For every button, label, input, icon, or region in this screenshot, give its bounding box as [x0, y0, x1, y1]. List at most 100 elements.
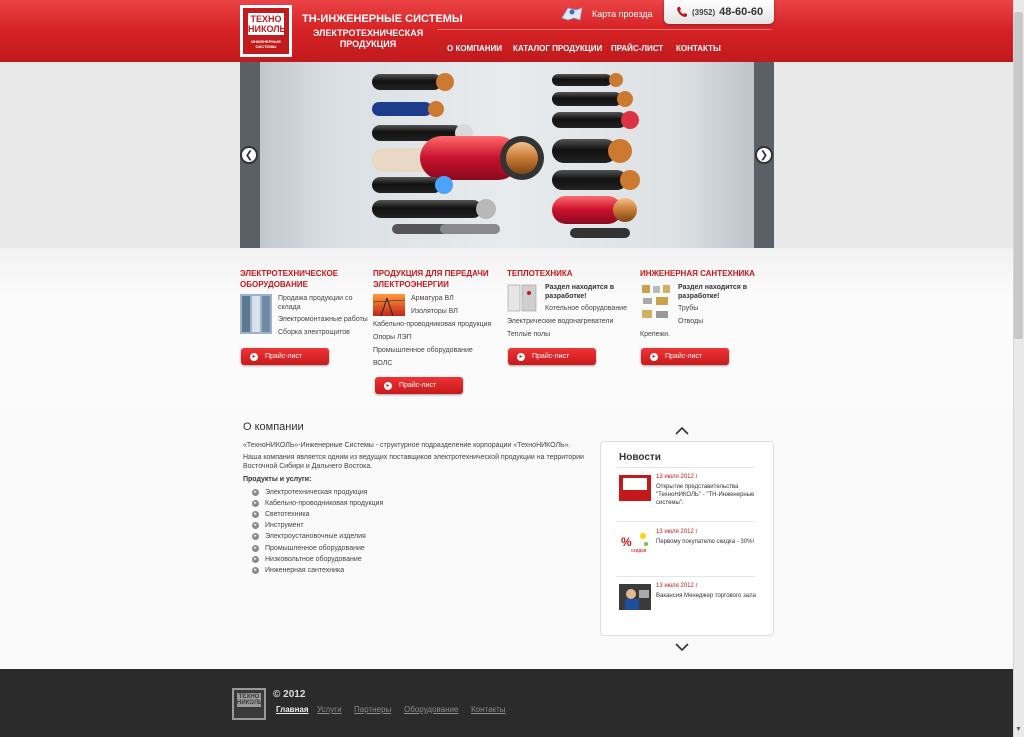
price-list-button[interactable]: ▸ Прайс-лист — [641, 348, 729, 365]
phone-number: 48-60-60 — [719, 6, 764, 18]
category-item[interactable]: Промышленное оборудование — [373, 346, 473, 355]
logo-text: ТЕХНО НИКОЛЬ — [248, 13, 287, 35]
footer-link-equipment[interactable]: Оборудование — [404, 705, 458, 714]
service-label: Промышленное оборудование — [265, 545, 365, 552]
category-title-electrical[interactable]: ЭЛЕКТРОТЕХНИЧЕСКОЕ ОБОРУДОВАНИЕ — [240, 268, 360, 290]
plumbing-fittings-thumb — [642, 285, 670, 318]
brand-subtitle: ЭЛЕКТРОТЕХНИЧЕСКАЯ ПРОДУКЦИЯ — [313, 28, 424, 49]
scrollbar-thumb[interactable] — [1014, 12, 1023, 339]
category-title-plumbing[interactable]: ИНЖЕНЕРНАЯ САНТЕХНИКА — [640, 268, 755, 279]
nav-price-list[interactable]: ПРАЙС-ЛИСТ — [611, 44, 663, 53]
map-link[interactable]: Карта проезда — [560, 5, 652, 23]
divider — [617, 521, 755, 522]
service-label: Электротехническая продукция — [265, 489, 368, 496]
news-scroll-down-button[interactable] — [675, 642, 689, 652]
footer-link-home[interactable]: Главная — [276, 705, 309, 714]
category-item[interactable]: ВОЛС — [373, 359, 392, 368]
news-date: 13 июля 2012 г — [656, 583, 698, 589]
header — [0, 0, 1024, 62]
category-item[interactable]: Крепежи. — [640, 330, 670, 339]
service-item[interactable]: ▸ Инструмент — [252, 522, 304, 529]
category-item[interactable]: Электрические водонагреватели — [507, 317, 613, 326]
cables-image — [372, 73, 640, 238]
price-list-button-label: Прайс-лист — [265, 353, 303, 360]
logo[interactable]: ТЕХНО НИКОЛЬ ИНЖЕНЕРНЫЕ СИСТЕМЫ — [240, 5, 292, 57]
boiler-thumb — [507, 284, 537, 312]
category-item[interactable]: Кабельно-проводниковая продукция — [373, 320, 491, 329]
map-icon — [561, 7, 583, 21]
service-label: Инструмент — [265, 522, 304, 529]
header-shine — [0, 0, 1024, 30]
logo-subtext: ИНЖЕНЕРНЫЕ СИСТЕМЫ — [251, 39, 281, 49]
footer-logo-text: ТЕХНО НИКОЛЬ — [237, 693, 263, 707]
power-lines-thumb — [373, 294, 405, 316]
copyright: © 2012 — [273, 689, 306, 700]
service-item[interactable]: ▸ Светотехника — [252, 511, 309, 518]
category-item[interactable]: Теплые полы — [507, 330, 550, 339]
category-item[interactable]: Отводы — [678, 317, 703, 326]
service-label: Электроустановочные изделия — [265, 533, 366, 540]
brand-title: ТН-ИНЖЕНЕРНЫЕ СИСТЕМЫ — [302, 13, 463, 25]
category-item[interactable]: Изоляторы ВЛ — [411, 307, 458, 316]
news-date: 13 июля 2012 г — [656, 529, 698, 535]
news-text[interactable]: Вакансия Менеджер торгового зала — [656, 592, 756, 600]
nav-about[interactable]: О КОМПАНИИ — [447, 44, 502, 53]
news-scroll-up-button[interactable] — [675, 426, 689, 436]
footer-link-services[interactable]: Услуги — [317, 705, 342, 714]
price-list-button-label: Прайс-лист — [665, 353, 703, 360]
electrical-equipment-thumb — [240, 294, 272, 334]
service-item[interactable]: ▸ Низковольтное оборудование — [252, 556, 362, 563]
phone-box[interactable]: (3952) 48-60-60 — [664, 0, 774, 24]
divider — [617, 467, 755, 468]
in-development-note: Раздел находится в разработке! — [678, 284, 748, 300]
service-item[interactable]: ▸ Промышленное оборудование — [252, 545, 365, 552]
price-list-button[interactable]: ▸ Прайс-лист — [508, 348, 596, 365]
footer — [0, 669, 1024, 737]
vacancy-thumb — [619, 584, 651, 610]
news-title: Новости — [619, 452, 661, 463]
category-item[interactable]: Электромонтажные работы — [278, 315, 368, 324]
discount-label: скидки — [631, 548, 647, 554]
service-label: Кабельно-проводниковая продукция — [265, 500, 384, 507]
category-item[interactable]: Арматура ВЛ — [411, 294, 454, 303]
nav-catalog[interactable]: КАТАЛОГ ПРОДУКЦИИ — [513, 44, 602, 53]
slider-next-button[interactable]: ❯ — [755, 146, 773, 164]
price-list-button-label: Прайс-лист — [399, 382, 437, 389]
price-list-button-label: Прайс-лист — [532, 353, 570, 360]
arrow-right-icon: ▸ — [250, 352, 258, 361]
svg-text:%: % — [621, 535, 632, 549]
in-development-note: Раздел находится в разработке! — [545, 284, 615, 300]
news-date: 13 июля 2012 г — [656, 474, 698, 480]
category-item[interactable]: Котельное оборудование — [545, 304, 627, 313]
category-item[interactable]: Трубы — [678, 304, 698, 313]
price-list-button[interactable]: ▸ Прайс-лист — [241, 348, 329, 365]
bullet-icon: ▸ — [252, 500, 259, 507]
footer-link-contacts[interactable]: Контакты — [471, 705, 506, 714]
service-item[interactable]: ▸ Электроустановочные изделия — [252, 533, 366, 540]
category-item[interactable]: Сборка электрощитов — [278, 328, 368, 337]
footer-logo[interactable]: ТЕХНО НИКОЛЬ — [232, 688, 266, 720]
chevron-left-icon: ❮ — [244, 149, 254, 161]
category-title-heating[interactable]: ТЕПЛОТЕХНИКА — [507, 268, 573, 279]
nav-contacts[interactable]: КОНТАКТЫ — [676, 44, 721, 53]
service-label: Низковольтное оборудование — [265, 556, 362, 563]
divider — [617, 576, 755, 577]
service-item[interactable]: ▸ Инженерная сантехника — [252, 567, 344, 574]
news-text[interactable]: Открытие представительства "ТехноНИКОЛЬ"… — [656, 483, 756, 507]
scroll-down-icon[interactable]: ▼ — [1014, 726, 1023, 736]
bullet-icon: ▸ — [252, 522, 259, 529]
slider-prev-button[interactable]: ❮ — [240, 146, 258, 164]
category-item[interactable]: Опоры ЛЭП — [373, 333, 412, 342]
arrow-right-icon: ▸ — [650, 352, 658, 361]
footer-link-partners[interactable]: Партнеры — [354, 705, 391, 714]
news-text[interactable]: Первому покупателю скидка - 30%! — [656, 538, 756, 546]
arrow-right-icon: ▸ — [384, 381, 392, 390]
bullet-icon: ▸ — [252, 511, 259, 518]
service-item[interactable]: ▸ Кабельно-проводниковая продукция — [252, 500, 383, 507]
about-paragraph: Наша компания является одним из ведущих … — [243, 454, 584, 470]
service-label: Инженерная сантехника — [265, 567, 345, 574]
price-list-button[interactable]: ▸ Прайс-лист — [375, 377, 463, 394]
service-item[interactable]: ▸ Электротехническая продукция — [252, 489, 368, 496]
category-item[interactable]: Продажа продукции со склада — [278, 294, 358, 312]
category-title-power[interactable]: ПРОДУКЦИЯ ДЛЯ ПЕРЕДАЧИ ЭЛЕКТРОЭНЕРГИИ — [373, 268, 498, 290]
